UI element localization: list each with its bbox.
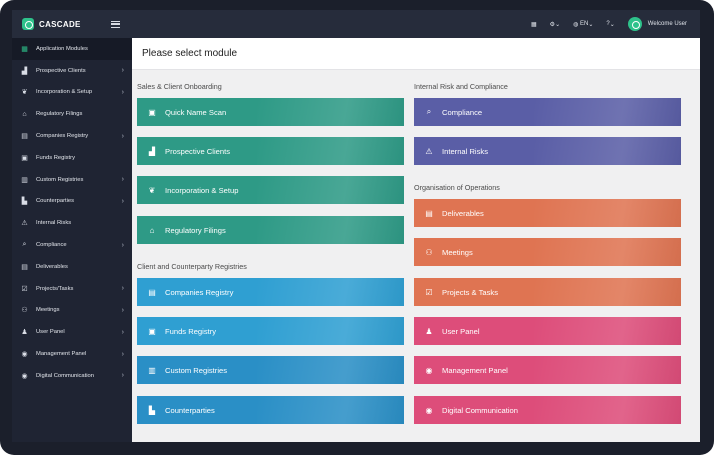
grid-icon: ▦ xyxy=(21,45,28,53)
tile-deliverables[interactable]: ▤ Deliverables xyxy=(414,199,681,227)
globe-icon: ◍ xyxy=(573,21,579,28)
eye-icon: ◉ xyxy=(425,365,433,375)
section-sales-onboarding: Sales & Client Onboarding xyxy=(137,82,222,91)
wallet-icon: ▣ xyxy=(148,326,156,336)
sidebar-item-projects-tasks[interactable]: ☑ Projects/Tasks › xyxy=(12,278,132,300)
tile-funds-registry[interactable]: ▣ Funds Registry xyxy=(137,317,404,345)
bank-icon: ⌂ xyxy=(22,110,27,118)
leaf-icon: ❦ xyxy=(21,89,28,97)
tile-compliance[interactable]: ⌕ Compliance xyxy=(414,98,681,126)
tile-management-panel[interactable]: ◉ Management Panel xyxy=(414,356,681,384)
sidebar-item-prospective-clients[interactable]: ▟ Prospective Clients › xyxy=(12,60,132,82)
wallet-icon: ▣ xyxy=(21,154,28,162)
tile-digital-communication[interactable]: ◉ Digital Communication xyxy=(414,396,681,424)
calendar-icon[interactable]: ▦ xyxy=(531,21,537,28)
tile-companies-registry[interactable]: ▤ Companies Registry xyxy=(137,278,404,306)
sidebar-item-regulatory-filings[interactable]: ⌂ Regulatory Filings xyxy=(12,103,132,125)
chevron-right-icon: › xyxy=(121,176,124,184)
section-internal-risk: Internal Risk and Compliance xyxy=(414,82,508,91)
tile-counterparties[interactable]: ▙ Counterparties xyxy=(137,396,404,424)
tile-regulatory-filings[interactable]: ⌂ Regulatory Filings xyxy=(137,216,404,244)
chevron-right-icon: › xyxy=(121,285,124,293)
buildings-icon: ▙ xyxy=(148,405,156,415)
top-bar: CASCADE ▦ ⚙ ⌄ ◍ EN ⌄ ? ⌄ Welcome User xyxy=(12,10,700,38)
chevron-right-icon: › xyxy=(121,88,124,96)
chevron-right-icon: › xyxy=(121,372,124,380)
search-icon: ⌕ xyxy=(22,241,27,249)
sidebar-item-custom-registries[interactable]: ▥ Custom Registries › xyxy=(12,169,132,191)
sidebar-item-digital-communication[interactable]: ◉ Digital Communication › xyxy=(12,365,132,387)
search-icon: ⌕ xyxy=(426,107,432,116)
sidebar-item-compliance[interactable]: ⌕ Compliance › xyxy=(12,234,132,256)
user-icon: ♟ xyxy=(425,326,433,336)
document-icon: ▤ xyxy=(425,208,433,218)
sidebar-item-funds-registry[interactable]: ▣ Funds Registry xyxy=(12,147,132,169)
logo[interactable]: CASCADE xyxy=(22,18,81,30)
bank-icon: ⌂ xyxy=(149,225,155,235)
menu-toggle-icon[interactable] xyxy=(110,20,120,28)
people-icon: ⚇ xyxy=(21,307,28,315)
eye-icon: ◉ xyxy=(21,351,28,359)
main-content: Please select module Sales & Client Onbo… xyxy=(132,38,700,442)
chevron-right-icon: › xyxy=(121,67,124,75)
warning-icon: ⚠ xyxy=(21,220,28,228)
sidebar: ▦ Application Modules ▟ Prospective Client… xyxy=(12,38,132,442)
chevron-right-icon: › xyxy=(121,197,124,205)
sidebar-item-internal-risks[interactable]: ⚠ Internal Risks xyxy=(12,212,132,234)
buildings-icon: ▙ xyxy=(21,198,28,206)
chevron-right-icon: › xyxy=(121,132,124,140)
tile-quick-name-scan[interactable]: ▣ Quick Name Scan xyxy=(137,98,404,126)
app-window: CASCADE ▦ ⚙ ⌄ ◍ EN ⌄ ? ⌄ Welcome User ▦ Appl… xyxy=(0,0,714,455)
leaf-icon: ❦ xyxy=(148,185,156,195)
checkbox-icon: ☑ xyxy=(21,285,28,293)
bar-chart-icon: ▟ xyxy=(21,67,28,75)
tile-projects-tasks[interactable]: ☑ Projects & Tasks xyxy=(414,278,681,306)
people-icon: ⚇ xyxy=(425,247,433,257)
columns-icon: ▥ xyxy=(21,176,28,184)
bar-chart-icon: ▟ xyxy=(148,146,156,156)
section-organisation: Organisation of Operations xyxy=(414,183,500,192)
chevron-right-icon: › xyxy=(121,328,124,336)
scan-icon: ▣ xyxy=(148,107,156,117)
chevron-down-icon: ⌄ xyxy=(609,21,615,28)
settings-dropdown[interactable]: ⚙ ⌄ xyxy=(550,21,560,28)
sidebar-item-companies-registry[interactable]: ▤ Companies Registry › xyxy=(12,125,132,147)
sidebar-item-management-panel[interactable]: ◉ Management Panel › xyxy=(12,343,132,365)
language-dropdown[interactable]: ◍ EN ⌄ xyxy=(573,21,593,28)
tile-internal-risks[interactable]: ⚠ Internal Risks xyxy=(414,137,681,165)
section-client-registries: Client and Counterparty Registries xyxy=(137,262,247,271)
logo-icon xyxy=(22,18,34,30)
warning-icon: ⚠ xyxy=(425,146,433,156)
sidebar-item-user-panel[interactable]: ♟ User Panel › xyxy=(12,321,132,343)
chevron-right-icon: › xyxy=(121,350,124,358)
avatar[interactable] xyxy=(627,17,642,31)
tile-custom-registries[interactable]: ▥ Custom Registries xyxy=(137,356,404,384)
page-title: Please select module xyxy=(132,38,700,70)
user-menu[interactable]: Welcome User xyxy=(648,21,687,27)
app-name: CASCADE xyxy=(39,19,81,29)
chevron-down-icon: ⌄ xyxy=(555,21,561,28)
help-dropdown[interactable]: ? ⌄ xyxy=(606,21,614,28)
chevron-down-icon: ⌄ xyxy=(588,21,594,28)
chevron-right-icon: › xyxy=(121,306,124,314)
building-icon: ▤ xyxy=(21,133,28,141)
user-icon: ♟ xyxy=(21,329,28,337)
sidebar-item-incorporation[interactable]: ❦ Incorporation & Setup › xyxy=(12,82,132,104)
checkbox-icon: ☑ xyxy=(425,287,433,297)
tile-user-panel[interactable]: ♟ User Panel xyxy=(414,317,681,345)
eye-icon: ◉ xyxy=(21,372,28,380)
chevron-right-icon: › xyxy=(121,241,124,249)
tile-incorporation-setup[interactable]: ❦ Incorporation & Setup xyxy=(137,176,404,204)
sidebar-item-deliverables[interactable]: ▤ Deliverables xyxy=(12,256,132,278)
columns-icon: ▥ xyxy=(148,365,156,375)
tile-prospective-clients[interactable]: ▟ Prospective Clients xyxy=(137,137,404,165)
document-icon: ▤ xyxy=(21,263,28,271)
sidebar-item-meetings[interactable]: ⚇ Meetings › xyxy=(12,300,132,322)
top-right-controls: ▦ ⚙ ⌄ ◍ EN ⌄ ? ⌄ Welcome User xyxy=(531,17,700,31)
eye-icon: ◉ xyxy=(425,405,433,415)
tile-meetings[interactable]: ⚇ Meetings xyxy=(414,238,681,266)
sidebar-item-application-modules[interactable]: ▦ Application Modules xyxy=(12,38,132,60)
building-icon: ▤ xyxy=(148,287,156,297)
sidebar-item-counterparties[interactable]: ▙ Counterparties › xyxy=(12,191,132,213)
